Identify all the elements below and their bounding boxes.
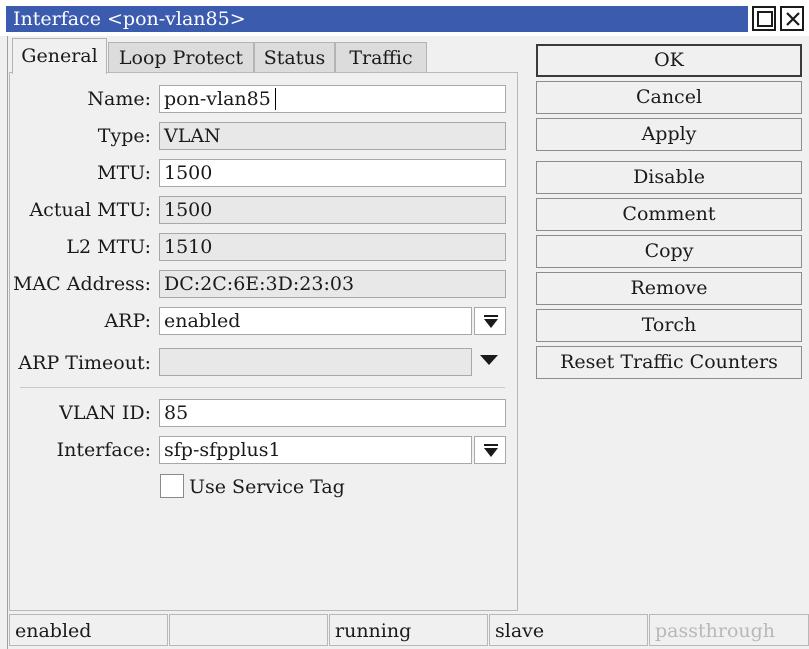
arp-select[interactable]: enabled [159, 307, 472, 335]
type-field: VLAN [159, 122, 506, 150]
arp-timeout-label: ARP Timeout: [18, 352, 151, 374]
l2-mtu-label: L2 MTU: [66, 236, 151, 258]
mac-address-label: MAC Address: [12, 273, 151, 295]
text-caret [275, 88, 276, 110]
tab-status[interactable]: Status [254, 42, 335, 73]
name-label: Name: [87, 88, 151, 110]
interface-select[interactable]: sfp-sfpplus1 [159, 436, 472, 464]
remove-button[interactable]: Remove [536, 272, 802, 305]
interface-dropdown-button[interactable] [474, 436, 506, 464]
apply-button[interactable]: Apply [536, 118, 802, 151]
cancel-button[interactable]: Cancel [536, 81, 802, 114]
use-service-tag-label: Use Service Tag [189, 476, 345, 498]
comment-button[interactable]: Comment [536, 198, 802, 231]
copy-button[interactable]: Copy [536, 235, 802, 268]
maximize-icon [757, 11, 773, 27]
vlan-id-input[interactable]: 85 [159, 399, 506, 427]
maximize-button[interactable] [752, 6, 776, 31]
mac-address-field: DC:2C:6E:3D:23:03 [159, 270, 506, 298]
form-separator [20, 387, 505, 388]
l2-mtu-field: 1510 [159, 233, 506, 261]
arp-label: ARP: [104, 310, 151, 332]
status-empty [169, 614, 328, 646]
status-passthrough: passthrough [649, 614, 809, 646]
mtu-input[interactable]: 1500 [159, 159, 506, 187]
arp-timeout-field[interactable] [159, 348, 472, 376]
name-input[interactable]: pon-vlan85 [159, 85, 506, 113]
actual-mtu-field: 1500 [159, 196, 506, 224]
mtu-label: MTU: [97, 162, 151, 184]
dropdown-arrow-icon [484, 315, 498, 328]
tab-loop-protect[interactable]: Loop Protect [108, 42, 254, 73]
general-panel [9, 72, 518, 611]
title-bar: Interface <pon-vlan85> [0, 0, 809, 36]
triangle-down-icon [480, 355, 498, 365]
dropdown-arrow-icon [484, 444, 498, 457]
use-service-tag-checkbox[interactable] [160, 474, 184, 498]
interface-label: Interface: [56, 439, 151, 461]
window-title: Interface <pon-vlan85> [13, 8, 246, 30]
tab-general[interactable]: General [12, 38, 107, 74]
arp-timeout-expand-button[interactable] [476, 348, 504, 376]
status-slave: slave [489, 614, 648, 646]
reset-traffic-counters-button[interactable]: Reset Traffic Counters [536, 346, 802, 379]
type-label: Type: [97, 125, 151, 147]
ok-button[interactable]: OK [536, 44, 802, 77]
tab-traffic[interactable]: Traffic [335, 42, 427, 73]
arp-dropdown-button[interactable] [474, 307, 506, 335]
close-button[interactable] [780, 6, 804, 31]
torch-button[interactable]: Torch [536, 309, 802, 342]
status-running: running [329, 614, 488, 646]
disable-button[interactable]: Disable [536, 161, 802, 194]
vlan-id-label: VLAN ID: [59, 402, 151, 424]
actual-mtu-label: Actual MTU: [29, 199, 151, 221]
close-icon [786, 12, 800, 26]
status-enabled: enabled [9, 614, 168, 646]
